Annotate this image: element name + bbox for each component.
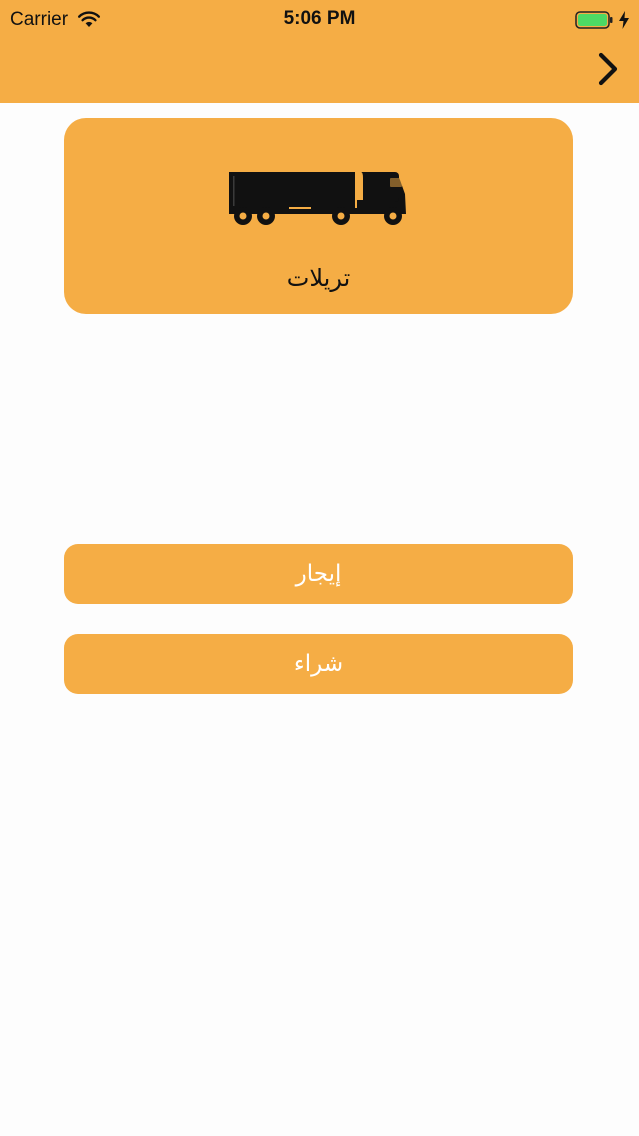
chevron-right-icon[interactable] xyxy=(594,50,622,88)
category-label: تريلات xyxy=(286,264,351,292)
status-bar: Carrier 5:06 PM xyxy=(0,0,639,40)
category-card-trailers[interactable]: تريلات xyxy=(64,118,573,314)
charging-icon xyxy=(619,11,629,29)
navigation-header: Carrier 5:06 PM xyxy=(0,0,639,103)
status-time: 5:06 PM xyxy=(283,8,356,29)
semi-truck-icon xyxy=(229,172,406,225)
rent-button[interactable]: إيجار xyxy=(64,544,573,604)
buy-button[interactable]: شراء xyxy=(64,634,573,694)
battery-icon xyxy=(575,11,613,29)
